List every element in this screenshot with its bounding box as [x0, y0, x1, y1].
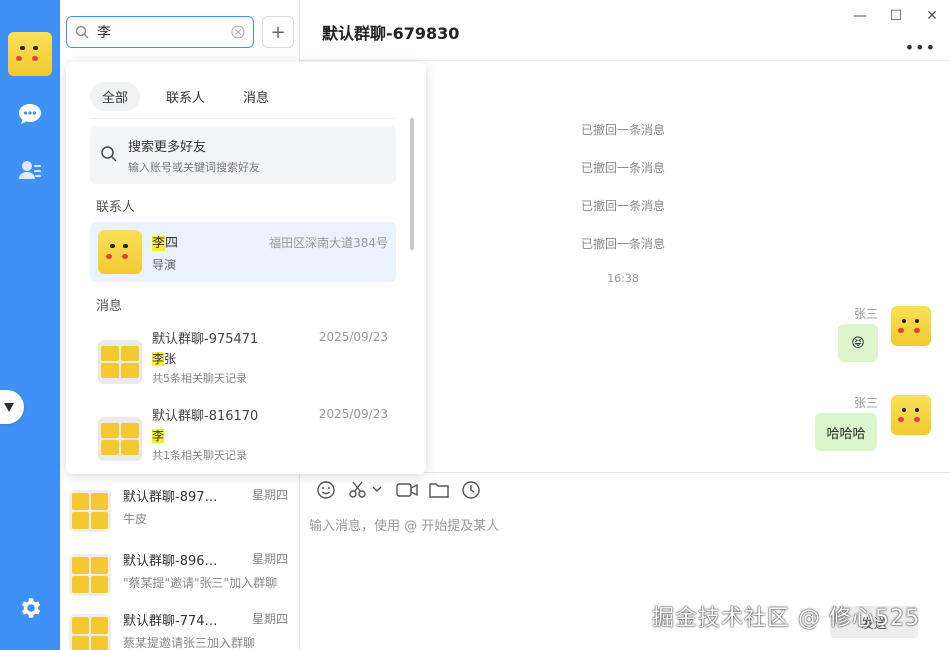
message-result[interactable]: 默认群聊-816170 2025/09/23 李 共1条相关聊天记录 [90, 405, 396, 474]
chat-title: 默认群聊-679830 [322, 24, 460, 43]
video-icon[interactable] [396, 480, 418, 500]
result-group-name: 默认群聊-816170 [152, 409, 259, 424]
contacts-icon[interactable] [16, 156, 44, 184]
folder-icon[interactable] [428, 480, 450, 500]
result-match: 李张 [152, 350, 176, 367]
conversation-name: 默认群聊-897… [123, 490, 218, 505]
match-highlight: 李 [152, 429, 165, 443]
contact-avatar [98, 230, 142, 274]
close-button[interactable]: ✕ [921, 8, 943, 24]
search-icon [101, 146, 117, 162]
message-sender: 张三 [853, 396, 878, 410]
conversation-time: 星期四 [251, 488, 288, 502]
group-avatar [98, 417, 142, 461]
name-rest: 四 [165, 236, 179, 251]
tabs-divider [90, 118, 396, 119]
conversation-item[interactable]: 默认群聊-896… 星期四 "蔡某提"邀请"张三"加入群聊 [60, 548, 300, 614]
maximize-button[interactable]: ☐ [885, 8, 907, 24]
sender-avatar[interactable] [891, 306, 931, 346]
match-rest: 张 [164, 352, 177, 366]
result-match: 李 [152, 427, 165, 444]
contact-result[interactable]: 李四 福田区深南大道384号 导演 [90, 222, 396, 282]
history-icon[interactable] [460, 480, 482, 500]
message-result[interactable]: 默认群聊-975471 2025/09/23 李张 共5条相关聊天记录 [90, 328, 396, 400]
add-button[interactable]: + [262, 16, 294, 48]
conversation-preview: 牛皮 [123, 512, 148, 526]
search-icon [75, 25, 89, 39]
result-group-name: 默认群聊-975471 [152, 332, 259, 347]
message-bubble[interactable]: 😝 [838, 324, 878, 362]
conversation-preview: "蔡某提"邀请"张三"加入群聊 [123, 576, 278, 590]
contact-address: 福田区深南大道384号 [269, 236, 388, 250]
user-avatar[interactable] [8, 32, 52, 76]
more-friends-subtitle: 输入账号或关键词搜索好友 [128, 161, 260, 174]
contact-role: 导演 [152, 258, 177, 272]
result-date: 2025/09/23 [318, 407, 388, 421]
message-timestamp: 16:38 [607, 272, 639, 285]
conversation-name: 默认群聊-774… [123, 614, 218, 629]
group-avatar [69, 490, 111, 532]
system-message: 已撤回一条消息 [580, 199, 665, 213]
more-friends-title: 搜索更多好友 [128, 140, 207, 155]
messages-section-label: 消息 [96, 299, 123, 314]
tab-all[interactable]: 全部 [90, 82, 141, 111]
tab-messages[interactable]: 消息 [231, 82, 281, 111]
system-message: 已撤回一条消息 [580, 237, 665, 251]
conversation-time: 星期四 [251, 612, 288, 626]
group-avatar [98, 340, 142, 384]
contacts-section-label: 联系人 [96, 200, 136, 215]
match-highlight: 李 [152, 352, 165, 366]
collapse-toggle-button[interactable] [0, 390, 24, 424]
search-more-friends[interactable]: 搜索更多好友 输入账号或关键词搜索好友 [90, 126, 396, 184]
result-count: 共1条相关聊天记录 [152, 449, 247, 462]
message-input[interactable]: 输入消息，使用 @ 开始提及某人 [309, 515, 499, 534]
message-bubble[interactable]: 哈哈哈 [815, 413, 877, 451]
result-count: 共5条相关聊天记录 [152, 372, 247, 385]
tab-contacts[interactable]: 联系人 [154, 82, 217, 111]
scrollbar[interactable] [410, 118, 414, 250]
search-input[interactable]: 李 [66, 16, 254, 48]
system-message: 已撤回一条消息 [580, 123, 665, 137]
header-divider [300, 60, 950, 61]
result-date: 2025/09/23 [318, 330, 388, 344]
contact-name: 李四 [152, 232, 178, 251]
conversation-name: 默认群聊-896… [123, 554, 218, 569]
chevron-down-icon [4, 403, 14, 412]
more-options-icon[interactable]: ••• [905, 38, 936, 57]
name-highlight: 李 [152, 236, 166, 251]
search-tabs: 全部 联系人 消息 [90, 82, 281, 111]
group-avatar [69, 554, 111, 596]
search-dropdown: 全部 联系人 消息 搜索更多好友 输入账号或关键词搜索好友 联系人 李四 福田区… [66, 62, 426, 474]
conversation-time: 星期四 [251, 552, 288, 566]
scissors-icon[interactable] [346, 480, 386, 500]
emoji-icon[interactable] [315, 480, 337, 500]
conversation-item[interactable]: 默认群聊-897… 星期四 牛皮 [60, 484, 300, 550]
message-sender: 张三 [853, 307, 878, 321]
watermark: 掘金技术社区 @ 修心525 [652, 606, 920, 631]
settings-icon[interactable] [16, 594, 44, 622]
system-message: 已撤回一条消息 [580, 161, 665, 175]
clear-icon[interactable] [231, 25, 245, 39]
minimize-button[interactable]: — [849, 8, 871, 24]
chat-icon[interactable] [16, 100, 44, 128]
plus-icon: + [270, 21, 286, 43]
sender-avatar[interactable] [891, 395, 931, 435]
search-query: 李 [97, 25, 111, 41]
conversation-item[interactable]: 默认群聊-774… 星期四 蔡某提邀请张三加入群聊 [60, 608, 300, 650]
group-avatar [69, 614, 111, 650]
conversation-preview: 蔡某提邀请张三加入群聊 [123, 636, 256, 650]
nav-bar [0, 0, 60, 650]
